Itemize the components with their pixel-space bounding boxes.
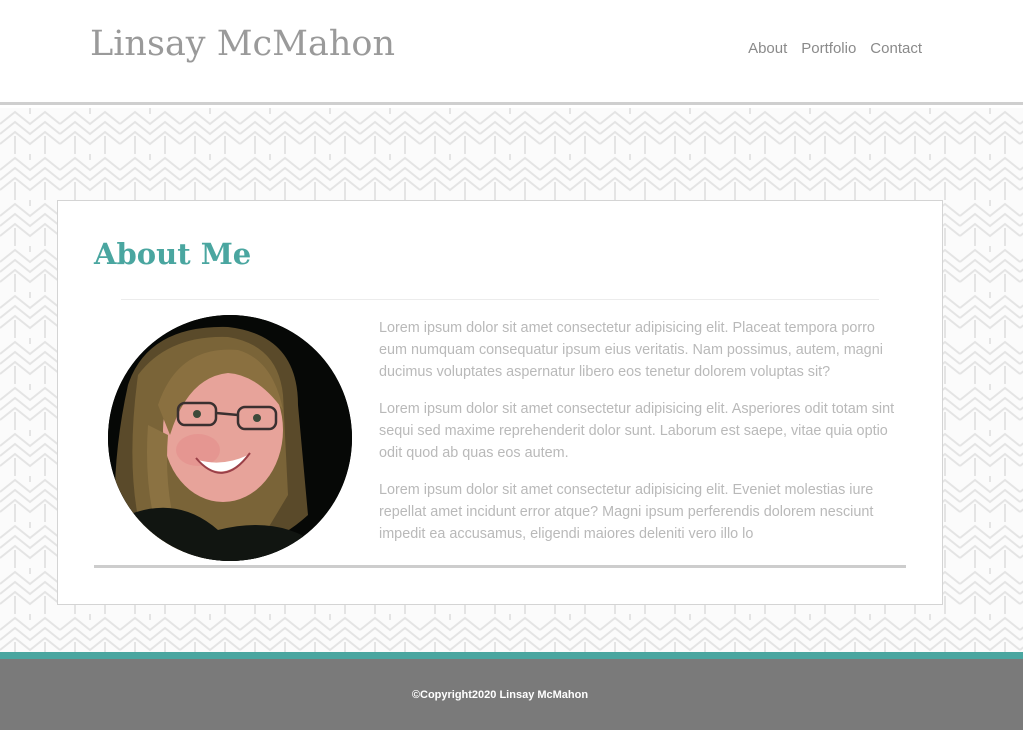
- profile-portrait: [108, 315, 352, 561]
- main-nav: About Portfolio Contact: [748, 40, 922, 57]
- divider: [121, 299, 879, 300]
- copyright-text: ©Copyright2020 Linsay McMahon: [411, 689, 589, 701]
- bio-paragraph-1: Lorem ipsum dolor sit amet consectetur a…: [379, 320, 883, 380]
- nav-link-portfolio[interactable]: Portfolio: [801, 40, 856, 57]
- bio-paragraph-3: Lorem ipsum dolor sit amet consectetur a…: [379, 482, 874, 542]
- profile-photo: [108, 315, 352, 561]
- nav-link-about[interactable]: About: [748, 40, 787, 57]
- bottom-divider: [94, 565, 906, 568]
- about-card: About Me Lorem ipsum dolor sit amet cons…: [57, 200, 943, 605]
- about-heading: About Me: [94, 237, 252, 271]
- site-footer: ©Copyright2020 Linsay McMahon: [0, 659, 1023, 730]
- nav-link-contact[interactable]: Contact: [870, 40, 922, 57]
- bio-paragraph-2: Lorem ipsum dolor sit amet consectetur a…: [379, 401, 895, 461]
- site-title[interactable]: Linsay McMahon: [90, 24, 395, 64]
- footer-accent-bar: [0, 652, 1023, 659]
- bio-text: Lorem ipsum dolor sit amet consectetur a…: [379, 317, 899, 560]
- site-header: Linsay McMahon About Portfolio Contact: [0, 0, 1023, 105]
